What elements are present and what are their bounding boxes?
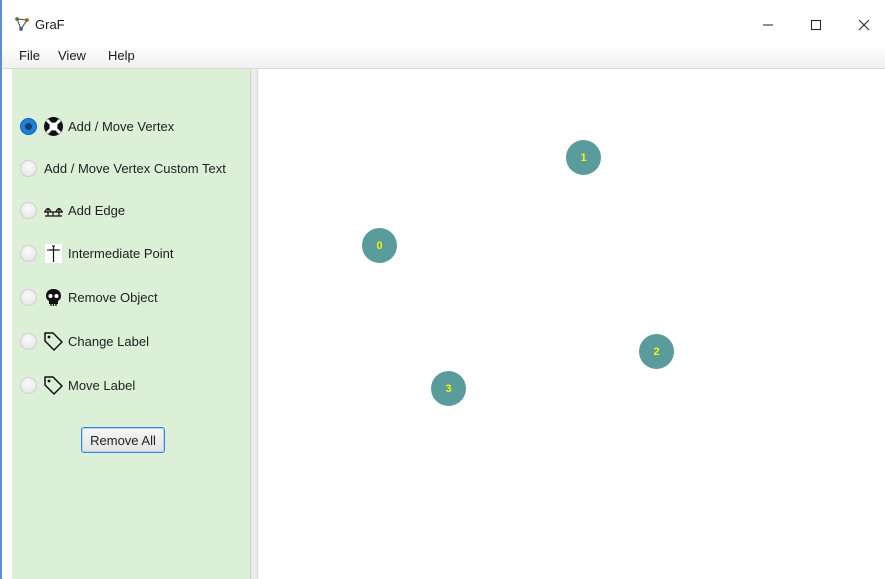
app-logo-icon [14, 16, 30, 32]
option-label: Add / Move Vertex Custom Text [44, 160, 226, 176]
maximize-button[interactable] [794, 10, 838, 40]
window-title: GraF [35, 17, 65, 32]
radio-button[interactable] [20, 201, 37, 219]
close-button[interactable] [842, 10, 885, 40]
vertex-3[interactable]: 3 [431, 371, 466, 406]
title-bar: GraF [2, 0, 885, 44]
option-add-move-vertex[interactable]: Add / Move Vertex [20, 115, 174, 137]
radio-button[interactable] [20, 159, 37, 177]
split-pane-divider[interactable] [251, 69, 258, 579]
window-left-edge [0, 0, 2, 579]
tool-sidebar: Add / Move Vertex Add / Move Vertex Cust… [12, 69, 251, 579]
option-add-edge[interactable]: Add Edge [20, 199, 125, 221]
cross-icon [43, 243, 64, 264]
vertex-2[interactable]: 2 [639, 334, 674, 369]
lifebuoy-icon [43, 116, 64, 137]
menu-file[interactable]: File [19, 48, 40, 63]
tag-icon [43, 375, 64, 396]
option-label: Add / Move Vertex [68, 118, 175, 134]
option-intermediate-point[interactable]: Intermediate Point [20, 242, 174, 264]
radio-button[interactable] [20, 332, 37, 350]
minimize-button[interactable] [746, 10, 790, 40]
tag-icon [43, 331, 64, 352]
option-label: Add Edge [68, 202, 126, 218]
option-label: Move Label [68, 377, 136, 393]
radio-button-selected[interactable] [20, 117, 37, 135]
remove-all-button[interactable]: Remove All [81, 427, 165, 453]
menu-bar: File View Help [2, 44, 885, 69]
vertex-0[interactable]: 0 [362, 228, 397, 263]
option-label: Remove Object [68, 289, 158, 305]
skull-icon [43, 287, 64, 308]
option-move-label[interactable]: Move Label [20, 374, 135, 396]
option-label: Intermediate Point [68, 245, 174, 261]
radio-button[interactable] [20, 244, 37, 262]
menu-view[interactable]: View [58, 48, 86, 63]
graph-canvas[interactable]: 0 1 2 3 [258, 69, 885, 579]
menu-help[interactable]: Help [108, 48, 135, 63]
option-label: Change Label [68, 333, 149, 349]
option-remove-object[interactable]: Remove Object [20, 286, 158, 308]
vertex-1[interactable]: 1 [566, 140, 601, 175]
radio-button[interactable] [20, 376, 37, 394]
bridge-icon [43, 200, 64, 221]
option-add-move-vertex-custom-text[interactable]: Add / Move Vertex Custom Text [20, 157, 226, 179]
option-change-label[interactable]: Change Label [20, 330, 149, 352]
radio-button[interactable] [20, 288, 37, 306]
